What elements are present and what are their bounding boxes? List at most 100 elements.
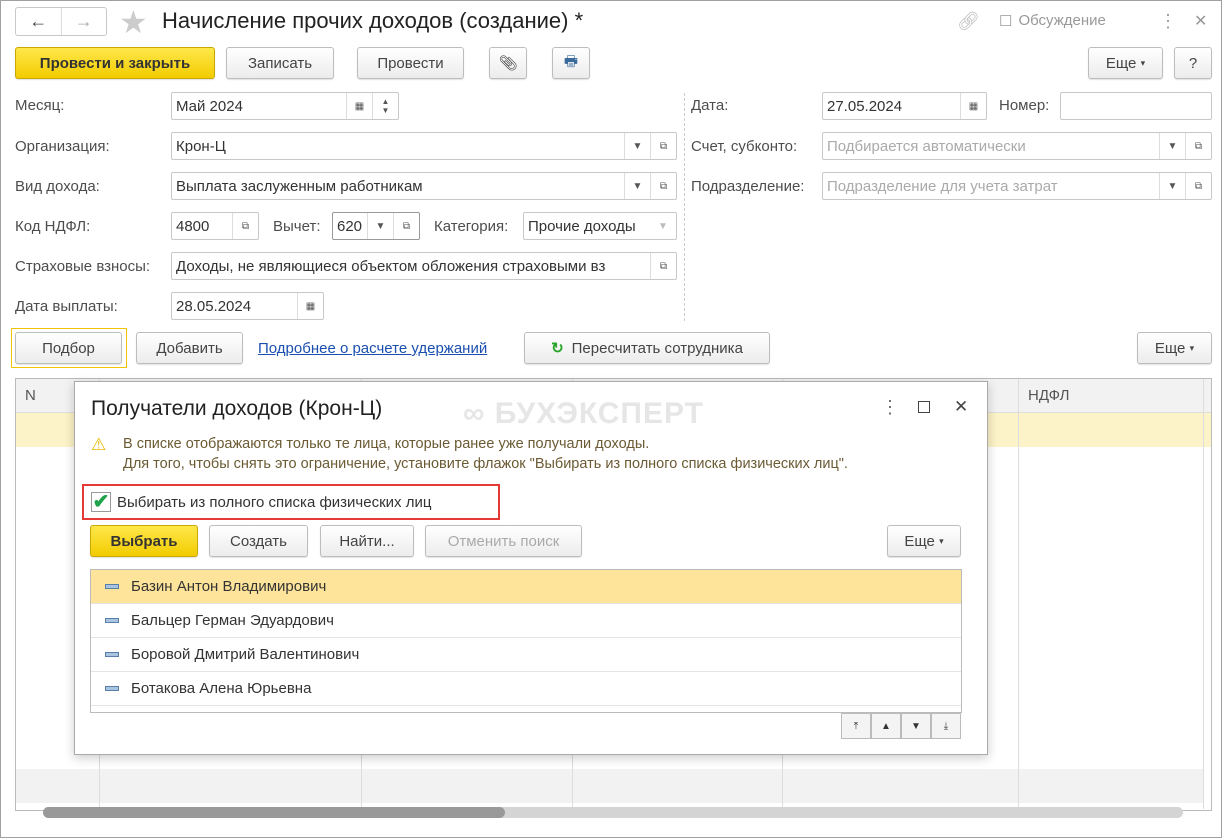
refresh-icon: ↻: [551, 340, 564, 357]
category-field[interactable]: Прочие доходы ▼: [523, 212, 677, 240]
pay-date-field[interactable]: 28.05.2024 ▦: [171, 292, 324, 320]
income-type-label: Вид дохода:: [15, 178, 100, 195]
more-button[interactable]: Еще ▾: [1088, 47, 1163, 79]
account-label: Счет, субконто:: [691, 138, 798, 155]
deduction-field[interactable]: 620 ▼ ⧉: [332, 212, 420, 240]
more-menu-icon[interactable]: ⋮: [1159, 11, 1177, 32]
item-icon: [105, 584, 119, 589]
month-stepper[interactable]: ▲ ▼: [372, 93, 398, 119]
column-divider: [1203, 379, 1204, 809]
recalc-button[interactable]: ↻ Пересчитать сотрудника: [524, 332, 770, 364]
cancel-search-button[interactable]: Отменить поиск: [425, 525, 582, 557]
open-icon[interactable]: ⧉: [393, 213, 419, 239]
open-icon[interactable]: ⧉: [1185, 173, 1211, 199]
close-icon[interactable]: ✕: [1194, 11, 1207, 31]
full-list-checkbox-label[interactable]: Выбирать из полного списка физических ли…: [117, 494, 431, 511]
income-type-value: Выплата заслуженным работникам: [176, 177, 423, 195]
column-header-n[interactable]: N: [25, 387, 36, 404]
account-field[interactable]: Подбирается автоматически ▼ ⧉: [822, 132, 1212, 160]
favorite-star-icon[interactable]: ★: [119, 3, 148, 41]
more-label: Еще: [904, 532, 935, 550]
insurance-label: Страховые взносы:: [15, 258, 151, 275]
ndfl-code-field[interactable]: 4800 ⧉: [171, 212, 259, 240]
more-label: Еще: [1105, 54, 1137, 72]
list-item[interactable]: Базин Антон Владимирович: [91, 570, 961, 604]
person-name: Боровой Дмитрий Валентинович: [131, 646, 360, 663]
scrollbar-thumb[interactable]: [43, 807, 505, 818]
forward-arrow-icon[interactable]: →: [62, 8, 107, 35]
details-link[interactable]: Подробнее о расчете удержаний: [258, 340, 487, 357]
person-name: Бальцер Герман Эдуардович: [131, 612, 334, 629]
month-field[interactable]: Май 2024 ▦ ▲ ▼: [171, 92, 399, 120]
account-placeholder: Подбирается автоматически: [827, 137, 1026, 155]
org-field[interactable]: Крон-Ц ▼ ⧉: [171, 132, 677, 160]
printer-icon: 🖶︎: [563, 52, 579, 70]
dept-field[interactable]: Подразделение для учета затрат ▼ ⧉: [822, 172, 1212, 200]
date-field[interactable]: 27.05.2024 ▦: [822, 92, 987, 120]
save-button[interactable]: Записать: [226, 47, 334, 79]
help-button[interactable]: ?: [1174, 47, 1212, 79]
add-button[interactable]: Добавить: [136, 332, 243, 364]
deduction-label: Вычет:: [273, 218, 321, 235]
insurance-field[interactable]: Доходы, не являющиеся объектом обложения…: [171, 252, 677, 280]
ndfl-code-label: Код НДФЛ:: [15, 218, 91, 235]
pay-date-value: 28.05.2024: [176, 297, 252, 315]
dropdown-icon[interactable]: ▼: [1159, 173, 1185, 199]
list-item[interactable]: Боровой Дмитрий Валентинович: [91, 638, 961, 672]
move-up-icon[interactable]: ▲: [871, 713, 901, 739]
warning-icon: ⚠: [91, 435, 107, 454]
insurance-value: Доходы, не являющиеся объектом обложения…: [176, 257, 606, 275]
dropdown-icon[interactable]: ▼: [650, 213, 676, 239]
table-more-button[interactable]: Еще ▾: [1137, 332, 1212, 364]
dialog-more-icon[interactable]: ⋮: [881, 397, 899, 418]
org-value: Крон-Ц: [176, 137, 226, 155]
back-arrow-icon[interactable]: ←: [16, 8, 62, 35]
post-button[interactable]: Провести: [357, 47, 464, 79]
dropdown-icon[interactable]: ▼: [367, 213, 393, 239]
discussion-label: Обсуждение: [1018, 12, 1106, 29]
dialog-close-icon[interactable]: ✕: [954, 397, 968, 417]
post-and-close-button[interactable]: Провести и закрыть: [15, 47, 215, 79]
date-value: 27.05.2024: [827, 97, 903, 115]
open-icon[interactable]: ⧉: [650, 133, 676, 159]
move-down-icon[interactable]: ▼: [901, 713, 931, 739]
list-item[interactable]: Бальцер Герман Эдуардович: [91, 604, 961, 638]
create-button[interactable]: Создать: [209, 525, 308, 557]
calendar-icon[interactable]: ▦: [960, 93, 986, 119]
dropdown-icon[interactable]: ▼: [1159, 133, 1185, 159]
open-icon[interactable]: ⧉: [232, 213, 258, 239]
move-first-icon[interactable]: ⤒: [841, 713, 871, 739]
open-icon[interactable]: ⧉: [650, 253, 676, 279]
deduction-value: 620: [337, 217, 363, 235]
number-label: Номер:: [999, 97, 1050, 114]
open-icon[interactable]: ⧉: [650, 173, 676, 199]
nav-buttons: ← →: [15, 7, 107, 36]
attach-button[interactable]: 📎︎: [489, 47, 527, 79]
calendar-icon[interactable]: ▦: [297, 293, 323, 319]
dropdown-icon[interactable]: ▼: [624, 133, 650, 159]
dropdown-icon[interactable]: ▼: [624, 173, 650, 199]
list-item[interactable]: Ботакова Алена Юрьевна: [91, 672, 961, 706]
discussion-button[interactable]: ☐ Обсуждение: [999, 12, 1106, 30]
number-field[interactable]: [1060, 92, 1212, 120]
find-button[interactable]: Найти...: [320, 525, 414, 557]
column-divider: [1018, 379, 1019, 809]
open-icon[interactable]: ⧉: [1185, 133, 1211, 159]
calendar-icon[interactable]: ▦: [346, 93, 372, 119]
dialog-title: Получатели доходов (Крон-Ц): [91, 397, 383, 420]
watermark-text: БУХЭКСПЕРТ: [494, 397, 704, 430]
chat-icon: ☐: [999, 13, 1013, 30]
org-label: Организация:: [15, 138, 110, 155]
print-button[interactable]: 🖶︎: [552, 47, 590, 79]
table-footer: [16, 769, 1203, 803]
full-list-checkbox[interactable]: ✔: [91, 492, 111, 512]
move-last-icon[interactable]: ⤓: [931, 713, 961, 739]
ndfl-code-value: 4800: [176, 217, 210, 235]
maximize-icon[interactable]: [918, 401, 930, 413]
link-icon[interactable]: 🔗︎: [957, 11, 980, 32]
select-button[interactable]: Выбрать: [90, 525, 198, 557]
pick-button[interactable]: Подбор: [15, 332, 122, 364]
income-type-field[interactable]: Выплата заслуженным работникам ▼ ⧉: [171, 172, 677, 200]
column-header-ndfl[interactable]: НДФЛ: [1028, 387, 1069, 404]
dialog-more-button[interactable]: Еще ▾: [887, 525, 961, 557]
